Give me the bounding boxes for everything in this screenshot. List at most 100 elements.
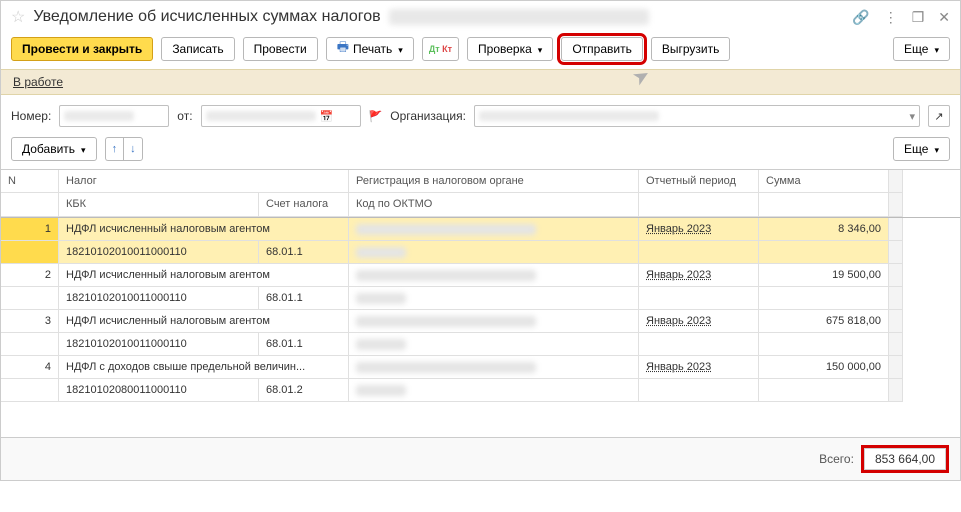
- table-row-sub[interactable]: 1821010201001100011068.01.1: [1, 333, 960, 356]
- cell-kbk: 18210102010011000110: [59, 241, 259, 264]
- more-button[interactable]: Еще: [893, 37, 950, 61]
- cell-period: Январь 2023: [639, 218, 759, 241]
- close-icon[interactable]: ✕: [938, 9, 950, 26]
- move-up-button[interactable]: ↑: [105, 137, 124, 161]
- debit-credit-button[interactable]: Дт Кт: [422, 37, 459, 61]
- favorite-star-icon[interactable]: ☆: [11, 7, 25, 27]
- total-value: 853 664,00: [864, 448, 946, 470]
- table-row[interactable]: 2НДФЛ исчисленный налоговым агентом Январ…: [1, 264, 960, 287]
- dropdown-icon[interactable]: ▾: [909, 110, 915, 123]
- cell-acct: 68.01.1: [259, 287, 349, 310]
- org-flag-icon: 🚩: [369, 110, 383, 123]
- table-row[interactable]: 3НДФЛ исчисленный налоговым агентом Январ…: [1, 310, 960, 333]
- table-row-sub[interactable]: 1821010201001100011068.01.1: [1, 241, 960, 264]
- table-row[interactable]: 4НДФЛ с доходов свыше предельной величин…: [1, 356, 960, 379]
- cell-oktmo: [349, 379, 639, 402]
- add-label: Добавить: [22, 142, 75, 156]
- org-label: Организация:: [390, 109, 466, 123]
- print-label: Печать: [353, 42, 392, 56]
- cell-oktmo: [349, 241, 639, 264]
- table-more-button[interactable]: Еще: [893, 137, 950, 161]
- cell-period: Январь 2023: [639, 310, 759, 333]
- cell-reg: [349, 218, 639, 241]
- date-field[interactable]: 📅: [201, 105, 361, 127]
- cell-reg: [349, 356, 639, 379]
- status-link[interactable]: В работе: [13, 75, 63, 89]
- cell-sum: 8 346,00: [759, 218, 889, 241]
- open-ref-button[interactable]: ↗: [928, 105, 950, 127]
- col-oktmo[interactable]: Код по ОКТМО: [349, 193, 639, 217]
- period-link[interactable]: Январь 2023: [646, 315, 711, 327]
- chevron-down-icon: [932, 142, 939, 156]
- calendar-icon[interactable]: 📅: [320, 110, 334, 123]
- cell-period: Январь 2023: [639, 356, 759, 379]
- post-and-close-button[interactable]: Провести и закрыть: [11, 37, 153, 61]
- cell-tax: НДФЛ с доходов свыше предельной величин.…: [59, 356, 349, 379]
- printer-icon: 🖶: [337, 38, 349, 60]
- table-row-sub[interactable]: 1821010201001100011068.01.1: [1, 287, 960, 310]
- filter-row: Номер: от: 📅 🚩 Организация: ▾ ↗: [1, 95, 960, 137]
- print-button[interactable]: 🖶 Печать: [326, 37, 414, 61]
- cell-sum: 150 000,00: [759, 356, 889, 379]
- check-button[interactable]: Проверка: [467, 37, 553, 61]
- scrollbar[interactable]: [889, 170, 903, 193]
- save-button[interactable]: Записать: [161, 37, 234, 61]
- move-down-button[interactable]: ↓: [123, 137, 143, 161]
- cell-kbk: 18210102080011000110: [59, 379, 259, 402]
- col-sum[interactable]: Сумма: [759, 170, 889, 193]
- col-kbk[interactable]: КБК: [59, 193, 259, 217]
- col-n[interactable]: N: [1, 170, 59, 193]
- cell-kbk: 18210102010011000110: [59, 287, 259, 310]
- cell-reg: [349, 310, 639, 333]
- grid-subheader-row: КБК Счет налога Код по ОКТМО: [1, 193, 960, 218]
- period-link[interactable]: Январь 2023: [646, 269, 711, 281]
- table-row[interactable]: 1НДФЛ исчисленный налоговым агентом Январ…: [1, 218, 960, 241]
- col-acct[interactable]: Счет налога: [259, 193, 349, 217]
- chevron-down-icon: [536, 42, 543, 56]
- arrow-up-icon: ↑: [112, 143, 118, 155]
- cell-sum: 675 818,00: [759, 310, 889, 333]
- col-tax[interactable]: Налог: [59, 170, 349, 193]
- chevron-down-icon: [932, 42, 939, 56]
- export-button[interactable]: Выгрузить: [651, 37, 731, 61]
- document-window: ☆ Уведомление об исчисленных суммах нало…: [0, 0, 961, 481]
- cell-tax: НДФЛ исчисленный налоговым агентом: [59, 218, 349, 241]
- table-row-sub[interactable]: 1821010208001100011068.01.2: [1, 379, 960, 402]
- footer: Всего: 853 664,00: [1, 438, 960, 480]
- more-label: Еще: [904, 42, 928, 56]
- grid-header-row: N Налог Регистрация в налоговом органе О…: [1, 170, 960, 193]
- cell-period: Январь 2023: [639, 264, 759, 287]
- post-button[interactable]: Провести: [243, 37, 318, 61]
- chevron-down-icon: [79, 142, 86, 156]
- main-toolbar: Провести и закрыть Записать Провести 🖶 П…: [1, 33, 960, 69]
- cell-acct: 68.01.1: [259, 241, 349, 264]
- title-extra-blurred: [389, 9, 649, 25]
- titlebar: ☆ Уведомление об исчисленных суммах нало…: [1, 1, 960, 33]
- cell-n: 2: [1, 264, 59, 287]
- period-link[interactable]: Январь 2023: [646, 223, 711, 235]
- cell-oktmo: [349, 333, 639, 356]
- more-menu-icon[interactable]: ⋮: [884, 9, 898, 26]
- total-label: Всего:: [819, 452, 854, 466]
- send-button[interactable]: Отправить: [561, 37, 643, 61]
- link-icon[interactable]: 🔗: [852, 9, 869, 26]
- col-reg[interactable]: Регистрация в налоговом органе: [349, 170, 639, 193]
- window-title: Уведомление об исчисленных суммах налого…: [33, 8, 380, 26]
- number-field[interactable]: [59, 105, 169, 127]
- cell-tax: НДФЛ исчисленный налоговым агентом: [59, 310, 349, 333]
- akt-icon: Дт Кт: [429, 44, 452, 54]
- add-row-button[interactable]: Добавить: [11, 137, 97, 161]
- cell-acct: 68.01.2: [259, 379, 349, 402]
- data-grid: N Налог Регистрация в налоговом органе О…: [1, 169, 960, 438]
- cell-kbk: 18210102010011000110: [59, 333, 259, 356]
- cell-n: 3: [1, 310, 59, 333]
- cell-tax: НДФЛ исчисленный налоговым агентом: [59, 264, 349, 287]
- more-label: Еще: [904, 142, 928, 156]
- check-label: Проверка: [478, 42, 532, 56]
- cell-n: 1: [1, 218, 59, 241]
- cell-acct: 68.01.1: [259, 333, 349, 356]
- col-period[interactable]: Отчетный период: [639, 170, 759, 193]
- org-field[interactable]: ▾: [474, 105, 920, 127]
- period-link[interactable]: Январь 2023: [646, 361, 711, 373]
- restore-icon[interactable]: ❐: [912, 9, 925, 26]
